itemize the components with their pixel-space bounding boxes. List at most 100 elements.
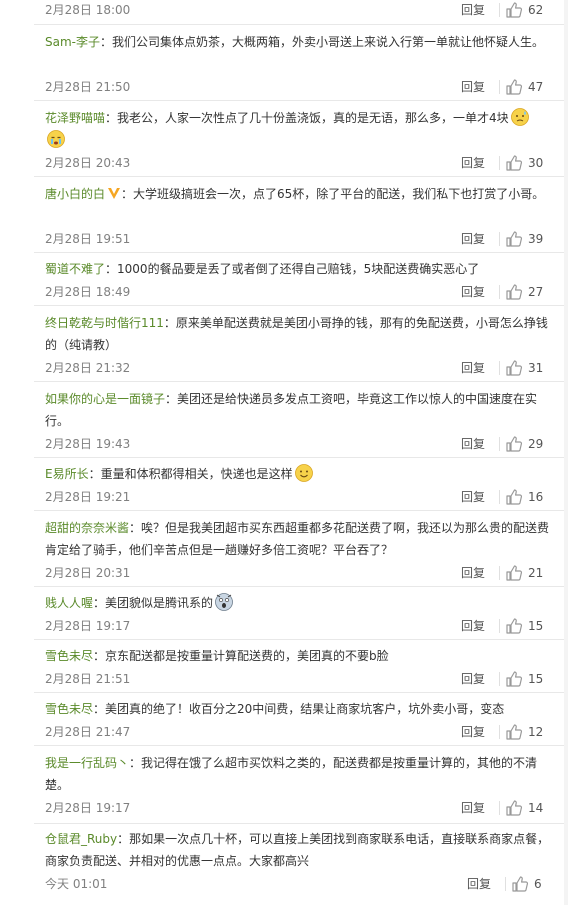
like-icon[interactable] bbox=[505, 617, 523, 635]
reply-button[interactable]: 回复 bbox=[461, 79, 485, 95]
meta-divider bbox=[499, 801, 500, 815]
comment-username[interactable]: 唐小白的白 bbox=[45, 187, 105, 201]
like-icon[interactable] bbox=[505, 723, 523, 741]
comment-username[interactable]: 雪色未尽 bbox=[45, 702, 93, 716]
meta-divider bbox=[499, 3, 500, 17]
reply-button[interactable]: 回复 bbox=[461, 724, 485, 740]
meta-divider bbox=[505, 877, 506, 891]
like-icon[interactable] bbox=[505, 564, 523, 582]
comment-time: 2月28日 21:32 bbox=[45, 361, 131, 375]
comment-colon: ： bbox=[93, 596, 106, 610]
comment-time: 2月28日 21:50 bbox=[45, 80, 131, 94]
reply-button[interactable]: 回复 bbox=[461, 436, 485, 452]
like-icon[interactable] bbox=[511, 875, 529, 893]
comment-text-block: 终日乾乾与时偕行111：原来美单配送费就是美团小哥挣的钱，那有的免配送费，小哥怎… bbox=[45, 312, 556, 356]
like-icon[interactable] bbox=[505, 78, 523, 96]
comment-colon: ： bbox=[117, 832, 130, 846]
comment-item: 雪色未尽：京东配送都是按重量计算配送费的，美团真的不要b脸 2月28日 21:5… bbox=[34, 639, 568, 692]
comment-time: 2月28日 21:47 bbox=[45, 725, 131, 739]
reply-button[interactable]: 回复 bbox=[461, 231, 485, 247]
reply-button[interactable]: 回复 bbox=[461, 155, 485, 171]
like-icon[interactable] bbox=[505, 359, 523, 377]
like-count: 21 bbox=[528, 566, 544, 580]
comment-username[interactable]: 如果你的心是一面镜子 bbox=[45, 392, 165, 406]
comment-item: 花泽野喵喵：我老公，人家一次性点了几十份盖浇饭，真的是无语，那么多，一单才4块 … bbox=[34, 100, 568, 176]
comment-item: 唐小白的白 ：大学班级搞班会一次，点了65杯，除了平台的配送，我们私下也打赏了小哥… bbox=[34, 176, 568, 252]
comment-username[interactable]: 雪色未尽 bbox=[45, 649, 93, 663]
comment-text-block: 如果你的心是一面镜子：美团还是给快递员多发点工资吧，毕竟这工作以惊人的中国速度在… bbox=[45, 388, 556, 432]
comment-item: Sam-李子：我们公司集体点奶茶，大概两箱，外卖小哥送上来说入行第一单就让他怀疑… bbox=[34, 24, 568, 100]
like-icon[interactable] bbox=[505, 230, 523, 248]
comment-time: 2月28日 18:49 bbox=[45, 285, 131, 299]
comment-username[interactable]: 贱人人喔 bbox=[45, 596, 93, 610]
meta-divider bbox=[499, 285, 500, 299]
reply-button[interactable]: 回复 bbox=[461, 618, 485, 634]
like-icon[interactable] bbox=[505, 799, 523, 817]
comment-meta: 2月28日 21:50 回复 47 bbox=[45, 79, 568, 95]
comment-username[interactable]: 仓鼠君_Ruby bbox=[45, 832, 117, 846]
comment-username[interactable]: E易所长 bbox=[45, 467, 89, 481]
comment-meta: 2月28日 18:00 回复 62 bbox=[45, 2, 568, 18]
like-count: 31 bbox=[528, 361, 544, 375]
comment-item: 2月28日 18:00 回复 62 bbox=[34, 0, 568, 24]
reply-button[interactable]: 回复 bbox=[461, 671, 485, 687]
comment-colon: ： bbox=[105, 111, 118, 125]
comment-text: 美团貌似是腾讯系的 bbox=[105, 596, 214, 610]
like-count: 62 bbox=[528, 3, 544, 17]
reply-button[interactable]: 回复 bbox=[461, 489, 485, 505]
comment-item: 超甜的奈奈米酱：唉？但是我美团超市买东西超重都多花配送费了啊，我还以为那么贵的配… bbox=[34, 510, 568, 586]
comment-meta: 2月28日 21:32 回复 31 bbox=[45, 360, 568, 376]
comment-item: E易所长：重量和体积都得相关，快递也是这样 2月28日 19:21 回复 16 bbox=[34, 457, 568, 510]
like-icon[interactable] bbox=[505, 283, 523, 301]
like-icon[interactable] bbox=[505, 488, 523, 506]
like-count: 15 bbox=[528, 672, 544, 686]
comment-item: 终日乾乾与时偕行111：原来美单配送费就是美团小哥挣的钱，那有的免配送费，小哥怎… bbox=[34, 305, 568, 381]
comment-username[interactable]: 蜀道不难了 bbox=[45, 262, 105, 276]
reply-button[interactable]: 回复 bbox=[461, 2, 485, 18]
comment-meta: 2月28日 19:43 回复 29 bbox=[45, 436, 568, 452]
comment-meta: 2月28日 19:51 回复 39 bbox=[45, 231, 568, 247]
comment-username[interactable]: 终日乾乾与时偕行111 bbox=[45, 316, 164, 330]
reply-button[interactable]: 回复 bbox=[461, 284, 485, 300]
comment-time: 2月28日 20:43 bbox=[45, 156, 131, 170]
like-icon[interactable] bbox=[505, 670, 523, 688]
reply-button[interactable]: 回复 bbox=[467, 876, 491, 892]
comment-meta: 2月28日 19:17 回复 14 bbox=[45, 800, 568, 816]
like-icon[interactable] bbox=[505, 435, 523, 453]
comment-username[interactable]: 超甜的奈奈米酱 bbox=[45, 521, 129, 535]
comment-username[interactable]: 我是一行乱码丶 bbox=[45, 756, 129, 770]
like-count: 47 bbox=[528, 80, 544, 94]
comment-username[interactable]: 花泽野喵喵 bbox=[45, 111, 105, 125]
meta-divider bbox=[499, 156, 500, 170]
comment-item: 仓鼠君_Ruby：那如果一次点几十杯，可以直接上美团找到商家联系电话，直接联系商… bbox=[34, 823, 568, 905]
comment-username[interactable]: Sam-李子 bbox=[45, 35, 100, 49]
like-count: 27 bbox=[528, 285, 544, 299]
comment-meta: 今天 01:01 回复 6 bbox=[45, 876, 568, 892]
meta-divider bbox=[499, 672, 500, 686]
meta-divider bbox=[499, 232, 500, 246]
comment-colon: ： bbox=[88, 467, 101, 481]
comment-time: 今天 01:01 bbox=[45, 877, 108, 891]
reply-button[interactable]: 回复 bbox=[461, 800, 485, 816]
like-icon[interactable] bbox=[505, 154, 523, 172]
comment-colon: ： bbox=[100, 35, 113, 49]
comment-text-block: Sam-李子：我们公司集体点奶茶，大概两箱，外卖小哥送上来说入行第一单就让他怀疑… bbox=[45, 31, 556, 53]
comment-meta: 2月28日 21:51 回复 15 bbox=[45, 671, 568, 687]
sweat-face-icon bbox=[510, 108, 529, 126]
comment-colon: ： bbox=[129, 521, 142, 535]
reply-button[interactable]: 回复 bbox=[461, 565, 485, 581]
comment-time: 2月28日 19:21 bbox=[45, 490, 131, 504]
meta-divider bbox=[499, 361, 500, 375]
comment-time: 2月28日 19:43 bbox=[45, 437, 131, 451]
comment-meta: 2月28日 19:21 回复 16 bbox=[45, 489, 568, 505]
like-count: 16 bbox=[528, 490, 544, 504]
like-icon[interactable] bbox=[505, 1, 523, 19]
meta-divider bbox=[499, 437, 500, 451]
comment-text-block: 蜀道不难了：1000的餐品要是丢了或者倒了还得自己赔钱，5块配送费确实恶心了 bbox=[45, 258, 556, 280]
comment-text: 美团真的绝了！收百分之20中间费，结果让商家坑客户，坑外卖小哥，变态 bbox=[105, 702, 505, 716]
reply-button[interactable]: 回复 bbox=[461, 360, 485, 376]
comment-colon: ： bbox=[121, 187, 134, 201]
crying-face-icon bbox=[47, 130, 65, 148]
shocked-face-icon bbox=[215, 593, 233, 611]
scrollbar[interactable] bbox=[564, 0, 568, 905]
